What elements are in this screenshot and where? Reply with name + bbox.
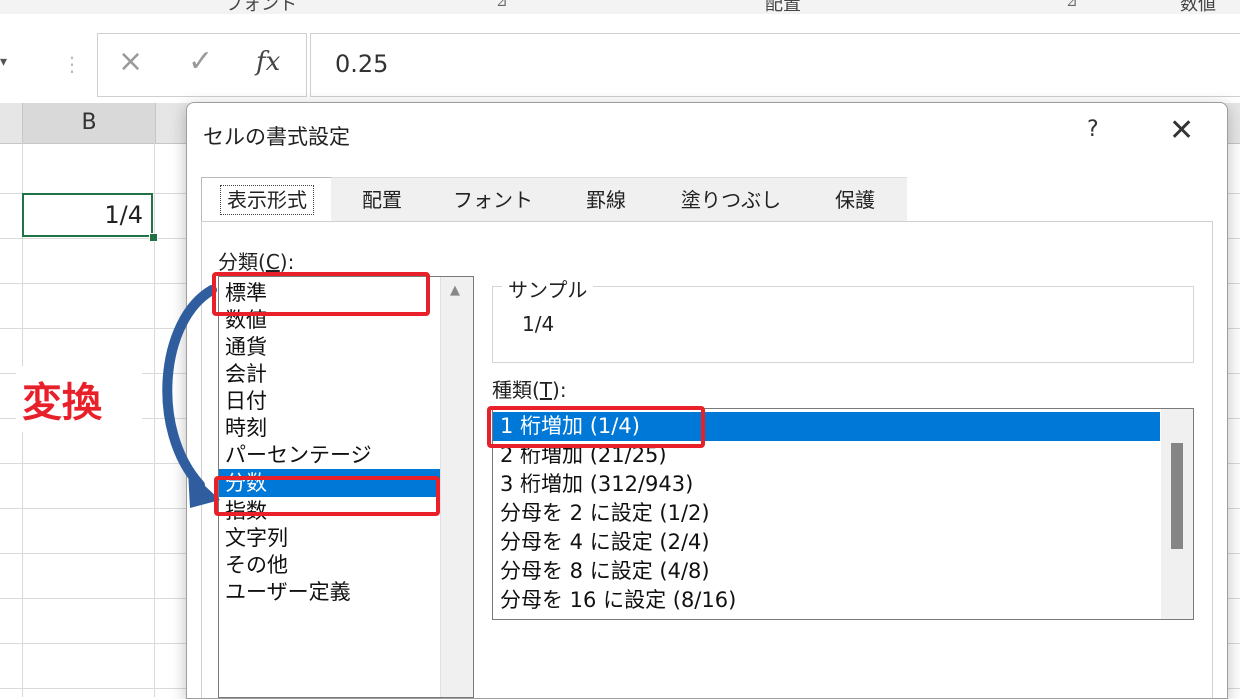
ribbon-group-labels: フォント ⊿ 配置 ⊿ 数値 bbox=[0, 0, 1240, 14]
scroll-up-icon[interactable]: ▲ bbox=[450, 283, 460, 298]
highlight-box-type bbox=[487, 406, 705, 448]
list-item[interactable]: 通貨 bbox=[219, 333, 443, 361]
category-label: 分類(C): bbox=[218, 250, 295, 274]
annotation-label: 変換 bbox=[22, 380, 102, 426]
list-item[interactable]: その他 bbox=[219, 551, 443, 579]
insert-function-icon[interactable]: fx bbox=[256, 47, 280, 77]
list-item[interactable]: 時刻 bbox=[219, 414, 443, 442]
dialog-launcher-icon[interactable]: ⊿ bbox=[1066, 0, 1078, 10]
help-icon[interactable]: ? bbox=[1087, 117, 1099, 142]
type-label: 種類(T): bbox=[492, 378, 567, 402]
tab-alignment[interactable]: 配置 bbox=[331, 177, 433, 222]
active-cell[interactable]: 1/4 bbox=[22, 193, 153, 237]
tab-fill[interactable]: 塗りつぶし bbox=[659, 177, 803, 222]
formula-input[interactable]: 0.25 bbox=[310, 33, 1240, 97]
tab-font[interactable]: フォント bbox=[433, 177, 553, 222]
fill-handle[interactable] bbox=[149, 233, 158, 242]
sample-value: 1/4 bbox=[522, 312, 555, 336]
sample-group bbox=[492, 286, 1194, 363]
highlight-box-fraction bbox=[214, 476, 440, 516]
tab-border[interactable]: 罫線 bbox=[553, 177, 659, 222]
column-header-b[interactable]: B bbox=[22, 103, 156, 143]
highlight-box-standard bbox=[212, 272, 430, 316]
dialog-launcher-icon[interactable]: ⊿ bbox=[496, 0, 508, 10]
tab-protection[interactable]: 保護 bbox=[803, 177, 907, 222]
formula-bar: ▾ ⋮ × ✓ fx 0.25 bbox=[0, 14, 1240, 98]
ribbon-group-number-label: 数値 bbox=[1180, 0, 1216, 14]
scrollbar-thumb[interactable] bbox=[1171, 443, 1183, 549]
list-item[interactable]: ユーザー定義 bbox=[219, 578, 443, 606]
splitter-handle-icon[interactable]: ⋮ bbox=[62, 52, 82, 76]
type-scrollbar[interactable] bbox=[1161, 409, 1193, 619]
list-item[interactable]: 3 桁増加 (312/943) bbox=[493, 470, 1160, 499]
sample-legend: サンプル bbox=[502, 274, 594, 303]
category-scrollbar[interactable]: ▲ bbox=[440, 277, 473, 697]
dialog-title: セルの書式設定 bbox=[203, 125, 350, 149]
list-item[interactable]: 分母を 16 に設定 (8/16) bbox=[493, 586, 1160, 615]
tab-number[interactable]: 表示形式 bbox=[201, 177, 333, 222]
name-box-dropdown-icon[interactable]: ▾ bbox=[0, 54, 7, 70]
formula-value: 0.25 bbox=[335, 50, 389, 78]
list-item[interactable]: 分母を 2 に設定 (1/2) bbox=[493, 499, 1160, 528]
list-item[interactable]: 分母を 8 に設定 (4/8) bbox=[493, 557, 1160, 586]
list-item[interactable]: 分母を 4 に設定 (2/4) bbox=[493, 528, 1160, 557]
cancel-icon[interactable]: × bbox=[118, 44, 143, 79]
ribbon-group-alignment-label: 配置 bbox=[765, 0, 801, 14]
list-item[interactable]: 日付 bbox=[219, 387, 443, 415]
list-item[interactable]: パーセンテージ bbox=[219, 441, 443, 469]
list-item[interactable]: 会計 bbox=[219, 360, 443, 388]
format-cells-dialog: セルの書式設定 ? ✕ 表示形式 配置 フォント 罫線 塗りつぶし 保護 分類(… bbox=[186, 102, 1228, 699]
list-item[interactable]: 文字列 bbox=[219, 524, 443, 552]
close-icon[interactable]: ✕ bbox=[1169, 113, 1194, 148]
enter-check-icon[interactable]: ✓ bbox=[188, 44, 213, 79]
ribbon-group-font-label: フォント bbox=[225, 0, 297, 14]
